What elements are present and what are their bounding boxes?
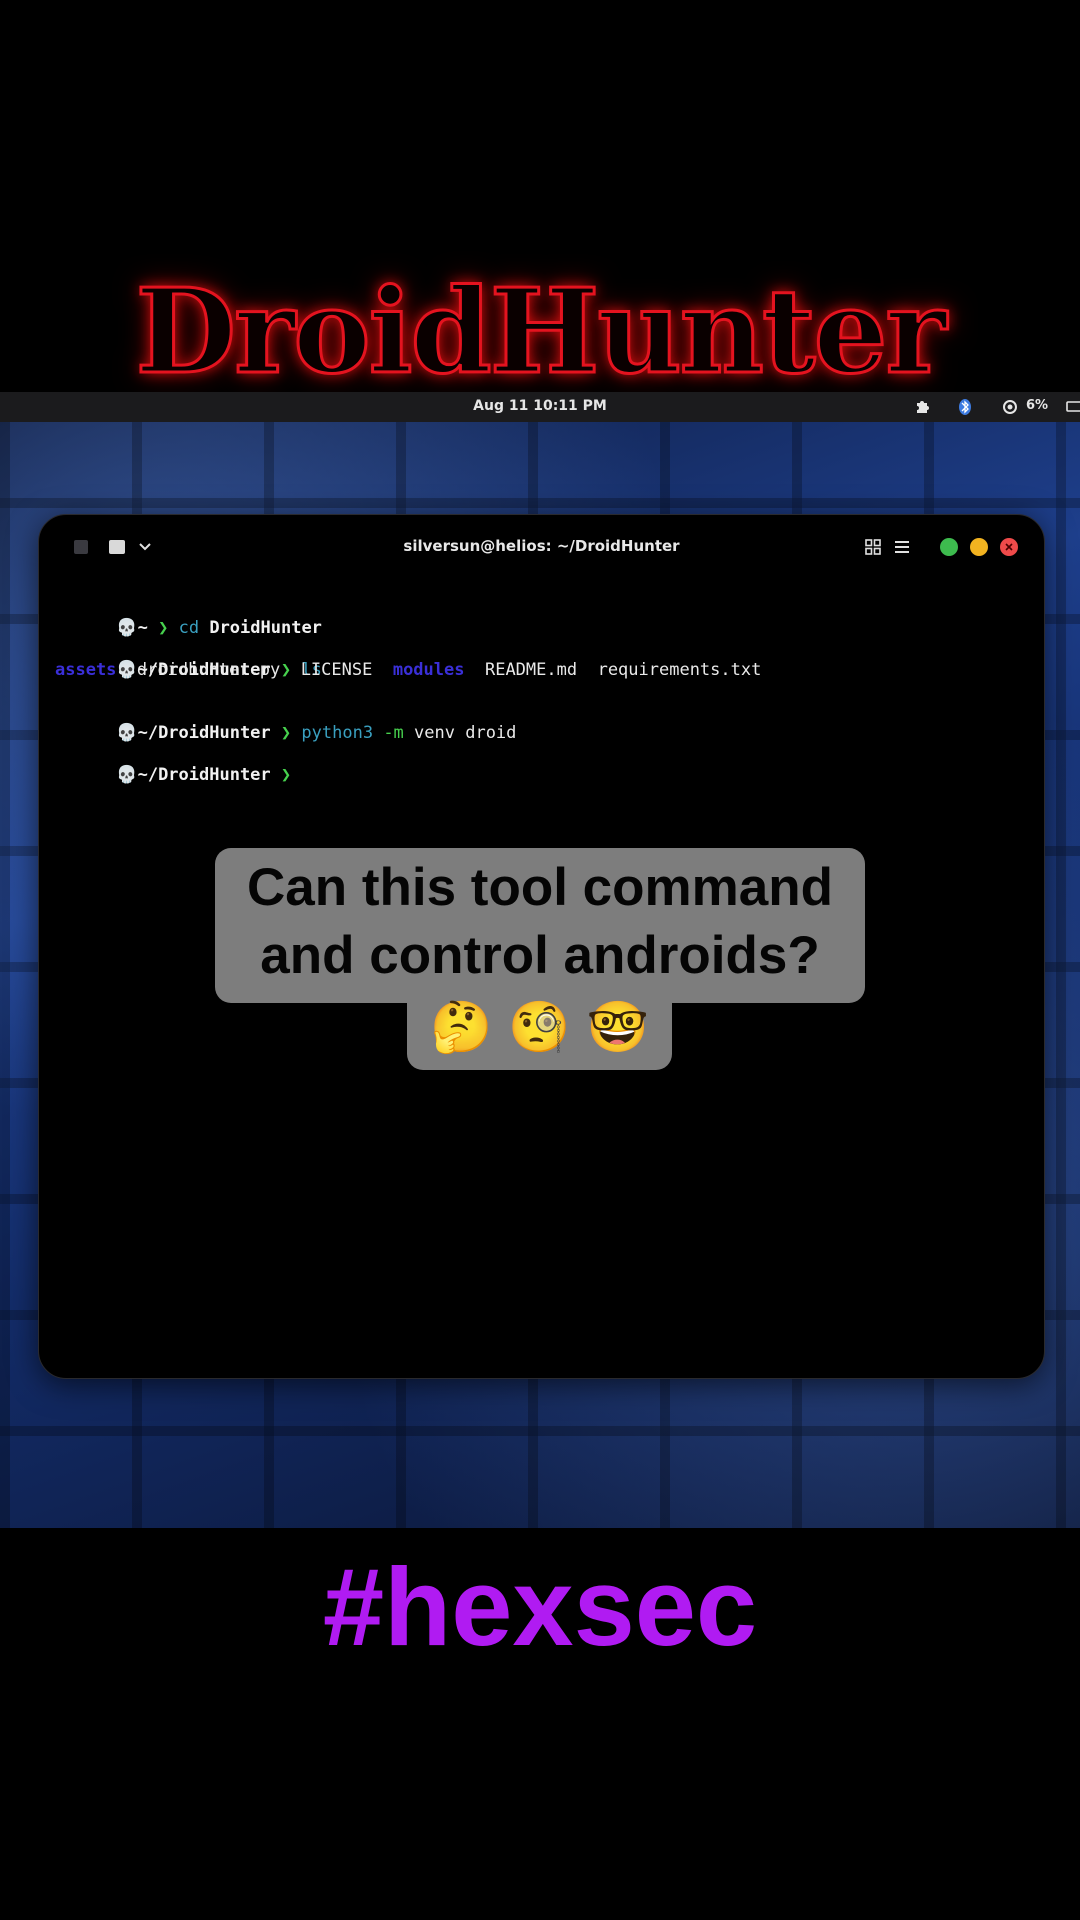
command: cd bbox=[178, 618, 200, 638]
prompt-arrow: ❯ bbox=[280, 723, 292, 743]
prompt-arrow: ❯ bbox=[280, 765, 292, 785]
terminal-titlebar[interactable]: silversun@helios: ~/DroidHunter bbox=[39, 515, 1044, 577]
puzzle-icon[interactable] bbox=[912, 397, 932, 417]
ls-output: assets droidhunter.py LICENSE modules RE… bbox=[55, 660, 1025, 681]
maximize-button[interactable] bbox=[940, 538, 958, 556]
terminal-line: 💀~/DroidHunter ❯ ls bbox=[55, 639, 1025, 680]
battery-percentage: 6% bbox=[1026, 398, 1049, 413]
bluetooth-icon[interactable] bbox=[955, 397, 975, 417]
tab-overview-icon[interactable] bbox=[863, 537, 883, 557]
skull-icon: 💀 bbox=[116, 723, 138, 743]
caption-line: and control androids? bbox=[260, 926, 820, 985]
minimize-button[interactable] bbox=[970, 538, 988, 556]
top-bar: Aug 11 10:11 PM 6% bbox=[0, 392, 1080, 422]
menu-icon[interactable] bbox=[892, 537, 912, 557]
close-button[interactable] bbox=[1000, 538, 1018, 556]
terminal-output[interactable]: 💀~ ❯ cd DroidHunter 💀~/DroidHunter ❯ ls … bbox=[55, 597, 1025, 785]
command: python3 bbox=[301, 723, 374, 743]
ls-entry-dir: assets bbox=[55, 660, 117, 680]
hashtag-title: #hexsec bbox=[322, 1546, 758, 1669]
close-icon bbox=[1005, 543, 1013, 551]
prompt-path: ~/DroidHunter bbox=[137, 765, 271, 785]
terminal-line: 💀~/DroidHunter ❯ python3 -m venv droid bbox=[55, 702, 1025, 743]
caption-emojis: 🤔 🧐 🤓 bbox=[430, 998, 649, 1056]
command-flag: -m bbox=[383, 723, 404, 743]
ls-entry: requirements.txt bbox=[597, 660, 762, 680]
ls-entry-dir: modules bbox=[392, 660, 465, 680]
prompt-arrow: ❯ bbox=[158, 618, 169, 638]
ls-entry: LICENSE bbox=[300, 660, 373, 680]
skull-icon: 💀 bbox=[116, 618, 138, 638]
ls-entry: droidhunter.py bbox=[136, 660, 281, 680]
skull-icon: 💀 bbox=[116, 765, 138, 785]
command-arg: venv droid bbox=[414, 723, 517, 743]
battery-icon[interactable] bbox=[1000, 397, 1020, 417]
ls-entry: README.md bbox=[484, 660, 578, 680]
caption-text: Can this tool command and control androi… bbox=[215, 854, 865, 990]
caption-line: Can this tool command bbox=[247, 858, 833, 917]
terminal-line: 💀~ ❯ cd DroidHunter bbox=[55, 597, 1025, 638]
command-arg: DroidHunter bbox=[209, 618, 322, 638]
display-icon[interactable] bbox=[1064, 397, 1080, 417]
headline-title: DroidHunter bbox=[134, 263, 948, 402]
prompt-path: ~/DroidHunter bbox=[137, 723, 271, 743]
terminal-line: 💀~/DroidHunter ❯ bbox=[55, 744, 1025, 785]
prompt-path: ~ bbox=[137, 618, 148, 638]
